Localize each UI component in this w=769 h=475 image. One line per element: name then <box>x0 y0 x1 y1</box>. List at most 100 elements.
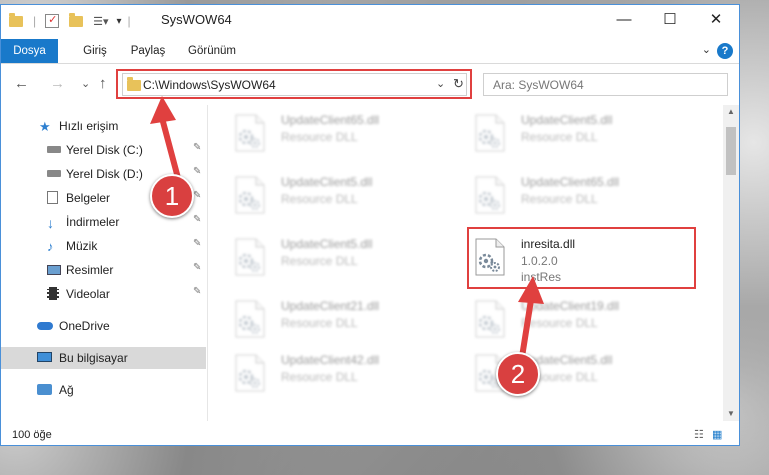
drive-icon <box>47 170 61 177</box>
sidebar-item-onedrive[interactable]: OneDrive <box>1 315 206 337</box>
tab-giris[interactable]: Giriş <box>75 39 115 63</box>
separator: | <box>127 14 131 28</box>
sidebar-item-network[interactable]: Ağ <box>1 379 206 401</box>
sidebar-item-music[interactable]: ♪ Müzik ✎ <box>1 235 206 257</box>
tab-gorunum[interactable]: Görünüm <box>183 39 241 63</box>
tab-paylas[interactable]: Paylaş <box>125 39 171 63</box>
pin-icon[interactable]: ✎ <box>193 142 201 153</box>
navigation-pane: ★ Hızlı erişim Yerel Disk (C:) ✎ Yerel D… <box>1 109 206 419</box>
close-button[interactable]: ✕ <box>693 5 739 35</box>
sidebar-item-label: Ağ <box>59 383 74 397</box>
dll-file-icon <box>232 175 266 215</box>
file-description: Resource DLL <box>281 370 358 384</box>
back-button[interactable]: ← <box>14 75 29 92</box>
status-bar: 100 öğe ☷ ▦ <box>1 423 739 445</box>
file-description: Resource DLL <box>521 316 598 330</box>
tab-dosya[interactable]: Dosya <box>1 39 58 63</box>
customize-toolbar-icon[interactable]: ☰▾ <box>93 15 108 28</box>
highlight-target-file <box>467 227 696 289</box>
file-name: UpdateClient19.dll <box>521 299 620 313</box>
sidebar-item-pictures[interactable]: Resimler ✎ <box>1 259 206 281</box>
file-item[interactable]: UpdateClient5.dll Resource DLL <box>448 105 673 157</box>
file-description: Resource DLL <box>281 254 358 268</box>
sidebar-item-label: Yerel Disk (D:) <box>66 167 143 181</box>
sidebar-item-local-disk-c[interactable]: Yerel Disk (C:) ✎ <box>1 139 206 161</box>
dropdown-arrow-icon[interactable]: ▾ <box>117 16 122 27</box>
sidebar-item-label: OneDrive <box>59 319 110 333</box>
music-icon: ♪ <box>47 239 54 254</box>
item-count: 100 öğe <box>12 429 52 441</box>
scroll-up-icon[interactable]: ▲ <box>727 107 735 116</box>
pin-icon[interactable]: ✎ <box>193 166 201 177</box>
scrollbar-thumb[interactable] <box>726 127 736 175</box>
sidebar-item-videos[interactable]: Videolar ✎ <box>1 283 206 305</box>
dll-file-icon <box>232 113 266 153</box>
help-icon[interactable]: ? <box>717 43 733 59</box>
file-description: Resource DLL <box>281 192 358 206</box>
dll-file-icon <box>232 237 266 277</box>
file-description: Resource DLL <box>521 192 598 206</box>
vertical-scrollbar[interactable]: ▲ ▼ <box>723 105 739 421</box>
sidebar-item-label: Hızlı erişim <box>59 119 119 133</box>
cloud-icon <box>37 322 53 330</box>
pin-icon[interactable]: ✎ <box>193 214 201 225</box>
new-folder-icon[interactable] <box>69 12 84 27</box>
title-bar: | ✓ ☰▾ ▾ | SysWOW64 — ☐ ✕ <box>1 5 739 35</box>
file-item[interactable]: UpdateClient65.dll Resource DLL <box>448 167 673 219</box>
file-item[interactable]: UpdateClient42.dll Resource DLL <box>208 345 433 397</box>
star-icon: ★ <box>39 119 51 134</box>
file-name: UpdateClient42.dll <box>281 353 380 367</box>
search-box[interactable]: Ara: SysWOW64 <box>483 73 728 96</box>
search-input[interactable]: Ara: SysWOW64 <box>493 78 584 92</box>
dll-file-icon <box>472 299 506 339</box>
large-icons-view-icon[interactable]: ▦ <box>712 428 722 441</box>
sidebar-item-label: Videolar <box>66 287 110 301</box>
pin-icon[interactable]: ✎ <box>193 238 201 249</box>
file-name: UpdateClient5.dll <box>281 175 373 189</box>
file-name: UpdateClient65.dll <box>281 113 380 127</box>
step-2-marker: 2 <box>496 352 540 396</box>
minimize-button[interactable]: — <box>601 5 647 35</box>
file-item[interactable]: UpdateClient5.dll Resource DLL <box>208 167 433 219</box>
file-name: UpdateClient5.dll <box>521 113 613 127</box>
quick-access-toolbar: | ✓ ☰▾ ▾ | <box>9 12 131 29</box>
file-name: UpdateClient65.dll <box>521 175 620 189</box>
dll-file-icon <box>472 113 506 153</box>
expand-ribbon-icon[interactable]: ⌄ <box>702 43 711 56</box>
file-item[interactable]: UpdateClient21.dll Resource DLL <box>208 291 433 343</box>
sidebar-item-quick-access[interactable]: ★ Hızlı erişim <box>1 115 206 137</box>
details-view-icon[interactable]: ☷ <box>694 428 704 441</box>
scroll-down-icon[interactable]: ▼ <box>727 409 735 418</box>
file-name: UpdateClient5.dll <box>281 237 373 251</box>
up-button[interactable]: ↑ <box>99 75 107 92</box>
sidebar-item-label: Yerel Disk (C:) <box>66 143 143 157</box>
file-item[interactable]: UpdateClient5.dll Resource DLL <box>448 345 673 397</box>
sidebar-item-this-pc[interactable]: Bu bilgisayar <box>1 347 206 369</box>
dll-file-icon <box>472 175 506 215</box>
sidebar-item-label: Müzik <box>66 239 98 253</box>
sidebar-item-label: Bu bilgisayar <box>59 351 128 365</box>
file-item[interactable]: UpdateClient19.dll Resource DLL <box>448 291 673 343</box>
sidebar-item-label: Resimler <box>66 263 114 277</box>
forward-button[interactable]: → <box>50 75 65 92</box>
pin-icon[interactable]: ✎ <box>193 286 201 297</box>
file-item[interactable]: UpdateClient5.dll Resource DLL <box>208 229 433 281</box>
properties-icon[interactable]: ✓ <box>45 14 60 28</box>
download-icon: ↓ <box>47 215 54 231</box>
network-icon <box>37 384 52 395</box>
window-title: SysWOW64 <box>161 12 232 27</box>
videos-icon <box>47 287 59 300</box>
drive-icon <box>47 146 61 153</box>
sidebar-item-label: Belgeler <box>66 191 111 205</box>
documents-icon <box>47 191 58 204</box>
highlight-address-bar <box>116 69 472 99</box>
ribbon-tabs: Dosya Giriş Paylaş Görünüm <box>1 39 739 64</box>
pin-icon[interactable]: ✎ <box>193 190 201 201</box>
recent-locations-button[interactable]: ⌄ <box>81 77 90 90</box>
pin-icon[interactable]: ✎ <box>193 262 201 273</box>
pictures-icon <box>47 265 61 275</box>
maximize-button[interactable]: ☐ <box>647 5 693 35</box>
separator: | <box>33 14 37 28</box>
file-name: UpdateClient21.dll <box>281 299 380 313</box>
file-item[interactable]: UpdateClient65.dll Resource DLL <box>208 105 433 157</box>
